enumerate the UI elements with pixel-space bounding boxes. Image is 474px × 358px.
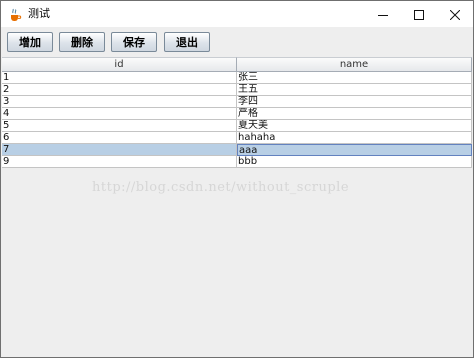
cell-name[interactable]: hahaha <box>237 132 472 144</box>
table-row[interactable]: 1 张三 <box>2 72 472 84</box>
cell-name[interactable]: 李四 <box>237 96 472 108</box>
data-table[interactable]: id name 1 张三 2 王五 3 李四 4 严格 5 夏天美 6 haha… <box>2 57 472 357</box>
maximize-button[interactable] <box>401 1 437 27</box>
exit-button[interactable]: 退出 <box>164 32 210 52</box>
cell-id[interactable]: 4 <box>2 108 237 120</box>
cell-id[interactable]: 1 <box>2 72 237 84</box>
maximize-icon <box>414 5 424 24</box>
table-row[interactable]: 3 李四 <box>2 96 472 108</box>
table-row[interactable]: 2 王五 <box>2 84 472 96</box>
table-body: 1 张三 2 王五 3 李四 4 严格 5 夏天美 6 hahaha 7 aaa… <box>2 72 472 168</box>
cell-id[interactable]: 2 <box>2 84 237 96</box>
table-row-selected[interactable]: 7 aaa <box>2 144 472 156</box>
cell-id[interactable]: 9 <box>2 156 237 168</box>
cell-id[interactable]: 6 <box>2 132 237 144</box>
cell-name-editing[interactable]: aaa <box>237 144 472 156</box>
cell-id[interactable]: 7 <box>2 144 237 156</box>
cell-name[interactable]: 严格 <box>237 108 472 120</box>
column-header-id[interactable]: id <box>2 57 237 72</box>
delete-button[interactable]: 删除 <box>59 32 105 52</box>
table-row[interactable]: 6 hahaha <box>2 132 472 144</box>
table-header: id name <box>2 57 472 72</box>
app-window: 测试 增加 删除 保存 退出 id name 1 张三 2 王五 3 李四 4 … <box>0 0 474 358</box>
cell-name[interactable]: 夏天美 <box>237 120 472 132</box>
minimize-icon <box>378 5 388 24</box>
cell-id[interactable]: 3 <box>2 96 237 108</box>
close-button[interactable] <box>437 1 473 27</box>
cell-name[interactable]: 张三 <box>237 72 472 84</box>
column-header-name[interactable]: name <box>237 57 472 72</box>
minimize-button[interactable] <box>365 1 401 27</box>
add-button[interactable]: 增加 <box>7 32 53 52</box>
java-coffee-cup-icon <box>8 7 22 21</box>
cell-name[interactable]: bbb <box>237 156 472 168</box>
table-row[interactable]: 9 bbb <box>2 156 472 168</box>
table-row[interactable]: 5 夏天美 <box>2 120 472 132</box>
watermark-text: http://blog.csdn.net/without_scruple <box>92 180 350 195</box>
table-row[interactable]: 4 严格 <box>2 108 472 120</box>
close-icon <box>449 5 461 24</box>
window-title: 测试 <box>28 7 50 20</box>
cell-name[interactable]: 王五 <box>237 84 472 96</box>
title-bar[interactable]: 测试 <box>1 1 473 27</box>
save-button[interactable]: 保存 <box>111 32 157 52</box>
cell-id[interactable]: 5 <box>2 120 237 132</box>
toolbar: 增加 删除 保存 退出 <box>1 27 473 57</box>
